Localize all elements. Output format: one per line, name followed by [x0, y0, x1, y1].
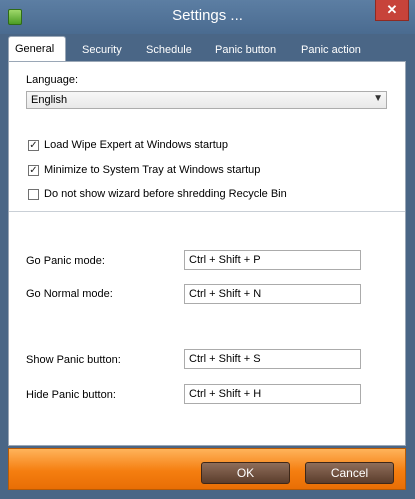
title-bar[interactable]: Settings ... ✕ [0, 0, 415, 34]
hotkey-value: Ctrl + Shift + P [189, 254, 261, 266]
checkbox-label: Load Wipe Expert at Windows startup [44, 139, 229, 151]
go-normal-mode-label: Go Normal mode: [26, 288, 113, 300]
ok-button[interactable]: OK [201, 462, 290, 484]
tab-general[interactable]: General [8, 36, 66, 62]
window-title: Settings ... [172, 7, 243, 24]
tab-schedule[interactable]: Schedule [140, 40, 198, 60]
general-panel: Language: English ▼ ✓ Load Wipe Expert a… [8, 61, 406, 446]
go-normal-mode-hotkey-field[interactable]: Ctrl + Shift + N [184, 284, 361, 304]
section-divider [9, 211, 405, 212]
language-selected-value: English [31, 94, 68, 106]
hotkey-value: Ctrl + Shift + N [189, 288, 262, 300]
language-select[interactable]: English ▼ [26, 91, 387, 109]
hotkey-value: Ctrl + Shift + S [189, 353, 261, 365]
settings-window: Settings ... ✕ General Security Schedule… [0, 0, 415, 499]
show-panic-button-hotkey-field[interactable]: Ctrl + Shift + S [184, 349, 361, 369]
language-label: Language: [26, 74, 78, 86]
go-panic-mode-label: Go Panic mode: [26, 255, 105, 267]
tab-panic-button[interactable]: Panic button [209, 40, 282, 60]
tab-security[interactable]: Security [76, 40, 128, 60]
show-panic-button-label: Show Panic button: [26, 354, 121, 366]
chevron-down-icon: ▼ [373, 93, 383, 104]
tab-bar: General Security Schedule Panic button P… [8, 36, 406, 62]
checkbox-label: Do not show wizard before shredding Recy… [44, 188, 287, 200]
close-button[interactable]: ✕ [375, 0, 409, 21]
checkbox-label: Minimize to System Tray at Windows start… [44, 164, 261, 176]
checkbox-unchecked-icon[interactable] [28, 189, 39, 200]
checkbox-checked-icon[interactable]: ✓ [28, 165, 39, 176]
hide-panic-button-hotkey-field[interactable]: Ctrl + Shift + H [184, 384, 361, 404]
checkbox-checked-icon[interactable]: ✓ [28, 140, 39, 151]
tab-panic-action[interactable]: Panic action [295, 40, 367, 60]
go-panic-mode-hotkey-field[interactable]: Ctrl + Shift + P [184, 250, 361, 270]
cancel-button[interactable]: Cancel [305, 462, 394, 484]
hotkey-value: Ctrl + Shift + H [189, 388, 262, 400]
button-bar: OK Cancel [8, 448, 406, 490]
hide-panic-button-label: Hide Panic button: [26, 389, 116, 401]
